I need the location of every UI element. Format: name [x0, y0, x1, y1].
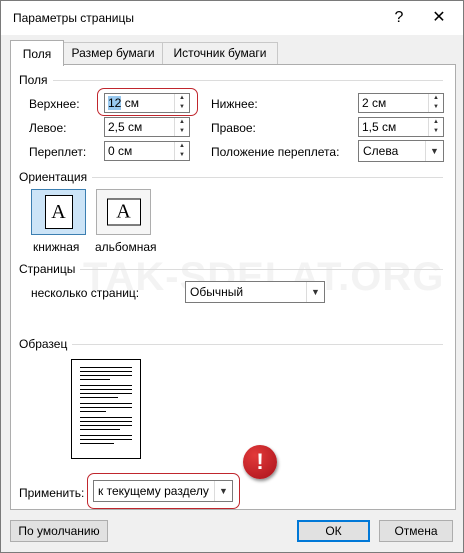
- left-margin-label: Левое:: [29, 121, 67, 135]
- window-title: Параметры страницы: [13, 11, 134, 25]
- preview-line: [80, 411, 106, 412]
- gutter-value[interactable]: 0 см: [108, 144, 132, 158]
- gutter-spinner[interactable]: 0 см ▲ ▼: [104, 141, 190, 161]
- preview-line: [80, 403, 132, 404]
- spin-down-icon[interactable]: ▼: [175, 127, 189, 136]
- landscape-page-icon: A: [106, 198, 141, 226]
- spin-down-icon[interactable]: ▼: [175, 151, 189, 160]
- preview-line: [80, 371, 132, 372]
- title-bar: Параметры страницы ? ✕: [1, 1, 463, 35]
- landscape-label[interactable]: альбомная: [95, 240, 157, 254]
- spin-down-icon[interactable]: ▼: [429, 127, 443, 136]
- preview-line: [80, 375, 132, 376]
- right-margin-value[interactable]: 1,5 см: [362, 120, 396, 134]
- gutter-position-select[interactable]: Слева ▼: [358, 140, 444, 162]
- portrait-button[interactable]: A: [31, 189, 86, 235]
- right-margin-label: Правое:: [211, 121, 256, 135]
- help-icon[interactable]: ?: [387, 6, 411, 30]
- ok-button[interactable]: ОК: [297, 520, 370, 542]
- tab-paper-size[interactable]: Размер бумаги: [62, 42, 164, 64]
- left-margin-spinner[interactable]: 2,5 см ▲ ▼: [104, 117, 190, 137]
- spin-up-icon[interactable]: ▲: [175, 118, 189, 127]
- pages-section-label: Страницы: [19, 262, 81, 276]
- section-divider: [19, 269, 443, 270]
- landscape-button[interactable]: A: [96, 189, 151, 235]
- top-margin-label: Верхнее:: [29, 97, 80, 111]
- orientation-section-label: Ориентация: [19, 170, 93, 184]
- page-setup-dialog: Параметры страницы ? ✕ Поля Размер бумаг…: [0, 0, 464, 553]
- spin-up-icon[interactable]: ▲: [429, 118, 443, 127]
- gutter-position-label: Положение переплета:: [211, 145, 340, 159]
- top-margin-highlight: [97, 88, 198, 116]
- apply-to-label: Применить:: [19, 486, 85, 500]
- preview-line: [80, 425, 132, 426]
- bottom-margin-label: Нижнее:: [211, 97, 258, 111]
- multiple-pages-select[interactable]: Обычный ▼: [185, 281, 325, 303]
- cancel-button[interactable]: Отмена: [379, 520, 453, 542]
- multiple-pages-label: несколько страниц:: [31, 286, 140, 300]
- set-as-default-button[interactable]: По умолчанию: [10, 520, 108, 542]
- preview-line: [80, 407, 132, 408]
- preview-line: [80, 429, 120, 430]
- preview-line: [80, 367, 132, 368]
- preview-line: [80, 439, 132, 440]
- portrait-page-icon: A: [44, 195, 73, 229]
- preview-line: [80, 393, 132, 394]
- preview-line: [80, 417, 132, 418]
- right-margin-spinner[interactable]: 1,5 см ▲ ▼: [358, 117, 444, 137]
- preview-line: [80, 421, 132, 422]
- preview-line: [80, 385, 132, 386]
- tab-margins[interactable]: Поля: [10, 40, 64, 66]
- margins-section-label: Поля: [19, 73, 53, 87]
- close-icon[interactable]: ✕: [427, 6, 451, 30]
- chevron-down-icon[interactable]: ▼: [425, 141, 443, 161]
- left-margin-value[interactable]: 2,5 см: [108, 120, 142, 134]
- preview-line: [80, 389, 132, 390]
- preview-line: [80, 443, 114, 444]
- bottom-margin-value[interactable]: 2 см: [362, 96, 386, 110]
- preview-line: [80, 435, 132, 436]
- spin-up-icon[interactable]: ▲: [175, 142, 189, 151]
- gutter-label: Переплет:: [29, 145, 87, 159]
- portrait-label[interactable]: книжная: [33, 240, 79, 254]
- tab-paper-source[interactable]: Источник бумаги: [162, 42, 278, 64]
- apply-to-highlight: [87, 473, 240, 509]
- warning-icon: !: [243, 445, 277, 479]
- preview-line: [80, 397, 118, 398]
- section-divider: [19, 344, 443, 345]
- preview-section-label: Образец: [19, 337, 73, 351]
- preview-line: [80, 379, 110, 380]
- page-preview: [71, 359, 141, 459]
- bottom-margin-spinner[interactable]: 2 см ▲ ▼: [358, 93, 444, 113]
- chevron-down-icon[interactable]: ▼: [306, 282, 324, 302]
- spin-up-icon[interactable]: ▲: [429, 94, 443, 103]
- section-divider: [19, 80, 443, 81]
- spin-down-icon[interactable]: ▼: [429, 103, 443, 112]
